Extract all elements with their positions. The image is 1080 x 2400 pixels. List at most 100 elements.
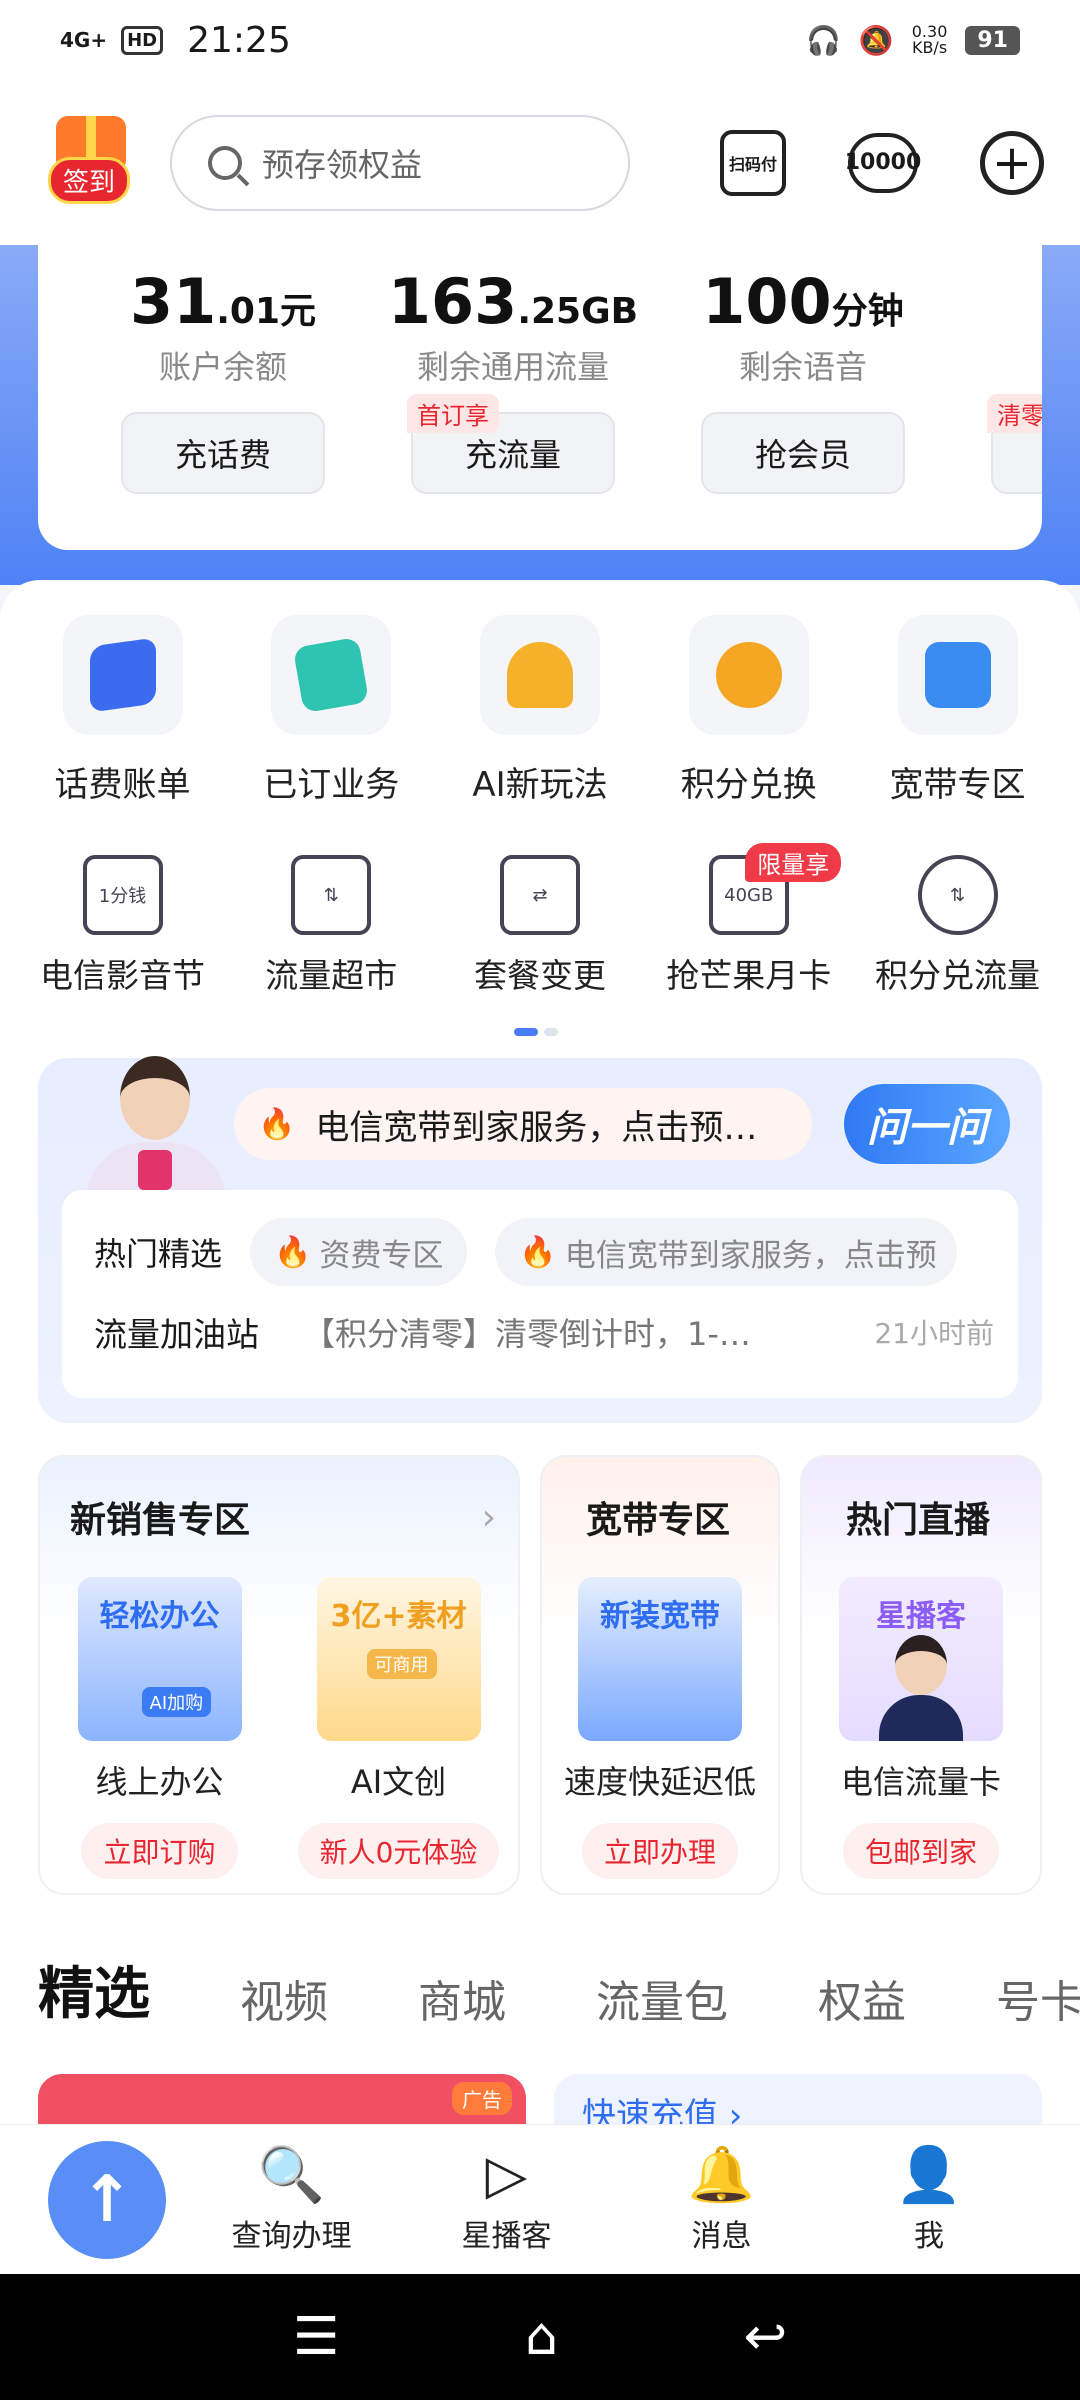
search-input[interactable]: 预存领权益 — [170, 114, 630, 211]
free-shipping-button[interactable]: 包邮到家 — [842, 1823, 999, 1879]
hotline-label: 10000 — [844, 150, 922, 175]
grid-label: 套餐变更 — [474, 956, 606, 995]
search-icon — [208, 145, 242, 180]
grab-membership-button[interactable]: 抢会员 — [701, 412, 905, 494]
promo-ai-creative-item[interactable]: 3亿+素材 可商用 AI文创 新人0元体验 — [279, 1577, 518, 1879]
promo-live-title: 热门直播 — [846, 1500, 991, 1541]
first-order-tag: 首订享 — [407, 394, 499, 433]
promo-office-item[interactable]: 轻松办公 AI加购 线上办公 立即订购 — [40, 1577, 279, 1879]
balance-label: 账户余额 — [158, 348, 287, 386]
tab-video[interactable]: 视频 — [240, 1966, 328, 2030]
promo-broadband-card[interactable]: 宽带专区 新装宽带 速度快延迟低 立即办理 — [540, 1455, 780, 1895]
add-icon[interactable]: + — [980, 130, 1044, 195]
search-query-icon: 🔍 — [257, 2142, 326, 2206]
fire-icon: 🔥 — [258, 1106, 296, 1142]
ai-creative-thumbnail: 3亿+素材 可商用 — [316, 1577, 481, 1741]
nav-label: 消息 — [691, 2218, 752, 2254]
points-button[interactable]: 清零积分 — [987, 394, 1042, 494]
points-item[interactable]: 0 剩余 清零积分 — [948, 265, 1042, 494]
hot-pill-broadband[interactable]: 🔥 电信宽带到家服务，点击预 — [495, 1218, 958, 1286]
grid-item-plan-change[interactable]: ⇄ 套餐变更 — [438, 855, 643, 997]
broadband-name: 速度快延迟低 — [563, 1763, 756, 1801]
data-station-news: 【积分清零】清零倒计时，1-… — [303, 1315, 751, 1353]
voice-item[interactable]: 100分钟 剩余语音 抢会员 — [658, 265, 948, 494]
grid-label: AI新玩法 — [472, 765, 608, 805]
apply-now-button[interactable]: 立即办理 — [581, 1823, 738, 1879]
hd-badge: HD — [121, 25, 164, 55]
grid-label: 积分兑换 — [680, 765, 817, 805]
network-indicator: 4G+ — [60, 28, 108, 52]
data-item[interactable]: 163.25GB 剩余通用流量 首订享 充流量 — [368, 265, 658, 494]
live-name: 电信流量卡 — [840, 1763, 1001, 1801]
ask-button[interactable]: 问一问 — [844, 1084, 1010, 1164]
chevron-right-icon: › — [481, 1496, 496, 1538]
arrow-up-icon: ↑ — [80, 2162, 134, 2237]
fire-icon: 🔥 — [274, 1234, 312, 1270]
points-value: 0 — [948, 265, 1042, 338]
hotline-10000-button[interactable]: 10000 — [845, 132, 921, 193]
back-icon[interactable]: ↩ — [744, 2307, 788, 2367]
tab-data-pack[interactable]: 流量包 — [596, 1966, 728, 2030]
hot-pill-tariff[interactable]: 🔥 资费专区 — [250, 1218, 468, 1286]
grid-item-points-data[interactable]: ⇅ 积分兑流量 — [855, 855, 1060, 997]
grid-label: 抢芒果月卡 — [666, 956, 832, 995]
order-now-button[interactable]: 立即订购 — [81, 1823, 238, 1879]
grid-item-ai[interactable]: AI新玩法 — [438, 615, 643, 806]
grid-item-bill[interactable]: 话费账单 — [20, 615, 225, 806]
user-icon: 👤 — [895, 2142, 963, 2206]
promo-sales-card[interactable]: 新销售专区 › 轻松办公 AI加购 线上办公 立即订购 3亿+素材 可商用 AI文… — [38, 1455, 520, 1895]
grid-item-points-exchange[interactable]: 积分兑换 — [646, 615, 851, 806]
points-exchange-icon — [715, 642, 782, 708]
search-placeholder: 预存领权益 — [262, 145, 423, 184]
feed-tabs: 精选 视频 商城 流量包 权益 号卡 — [38, 1950, 1080, 2030]
nav-me[interactable]: 👤 我 — [829, 2142, 1029, 2255]
subscribed-icon — [293, 636, 370, 714]
tab-featured[interactable]: 精选 — [38, 1950, 150, 2030]
office-thumbnail: 轻松办公 AI加购 — [77, 1577, 242, 1741]
grid-item-mango-card[interactable]: 限量享 40GB 抢芒果月卡 — [646, 843, 851, 997]
account-summary-card: 31.01元 账户余额 充话费 163.25GB 剩余通用流量 首订享 充流量 1… — [38, 245, 1042, 550]
balance-value: 31.01元 — [129, 265, 317, 338]
assistant-bubble-text: 电信宽带到家服务，点击预… — [315, 1107, 758, 1148]
promo-live-card[interactable]: 热门直播 星播客 电信流量卡 包邮到家 — [800, 1455, 1042, 1895]
balance-item[interactable]: 31.01元 账户余额 充话费 — [78, 265, 368, 494]
nav-star-podcast[interactable]: ▷ 星播客 — [399, 2142, 614, 2255]
ai-bell-icon — [507, 642, 573, 708]
clock: 21:25 — [187, 19, 291, 61]
promo-sales-title: 新销售专区 — [70, 1500, 251, 1541]
clear-tag: 清零 — [987, 394, 1042, 433]
buy-data-button[interactable]: 首订享 充流量 — [407, 394, 615, 494]
grid-item-data-store[interactable]: ⇅ 流量超市 — [229, 855, 434, 997]
ad-tag: 广告 — [452, 2082, 512, 2115]
signin-button[interactable]: 签到 — [36, 108, 146, 218]
scroll-top-button[interactable]: ↑ — [48, 2140, 166, 2259]
grid-item-av-festival[interactable]: 1分钱 电信影音节 — [20, 855, 225, 997]
assistant-bubble[interactable]: 🔥 电信宽带到家服务，点击预… — [234, 1088, 812, 1160]
grid-item-broadband[interactable]: 宽带专区 — [855, 615, 1060, 806]
data-station-row[interactable]: 流量加油站 【积分清零】清零倒计时，1-… 21小时前 — [94, 1308, 994, 1356]
tab-mall[interactable]: 商城 — [418, 1966, 506, 2030]
recharge-button[interactable]: 充话费 — [121, 412, 325, 494]
grid-label: 电信影音节 — [40, 956, 205, 995]
network-speed: 0.30 KB/s — [911, 22, 948, 57]
nav-messages[interactable]: 🔔 消息 — [614, 2144, 829, 2255]
data-label: 剩余通用流量 — [416, 348, 609, 386]
scan-pay-button[interactable]: 扫码付 — [720, 129, 786, 196]
tab-benefits[interactable]: 权益 — [818, 1966, 906, 2030]
hot-picks-label: 热门精选 — [94, 1235, 223, 1273]
points-label: 剩余 — [948, 342, 1042, 388]
home-icon[interactable]: ⌂ — [525, 2307, 558, 2367]
broadband-thumbnail: 新装宽带 — [578, 1577, 742, 1741]
plan-change-icon: ⇄ — [500, 855, 580, 935]
nav-label: 查询办理 — [231, 2218, 352, 2254]
data-station-time: 21小时前 — [874, 1317, 994, 1350]
promo-broadband-title: 宽带专区 — [586, 1500, 731, 1541]
tab-sim-card[interactable]: 号卡 — [996, 1966, 1080, 2030]
play-icon: ▷ — [485, 2142, 528, 2206]
free-trial-button[interactable]: 新人0元体验 — [297, 1823, 500, 1879]
nav-query[interactable]: 🔍 查询办理 — [184, 2142, 399, 2255]
tv-icon: 1分钱 — [82, 855, 163, 935]
status-bar: 4G+ HD 21:25 🎧 🔕 0.30 KB/s 91 — [0, 0, 1080, 80]
grid-item-subscribed[interactable]: 已订业务 — [229, 615, 434, 806]
menu-icon[interactable]: ☰ — [293, 2307, 340, 2367]
